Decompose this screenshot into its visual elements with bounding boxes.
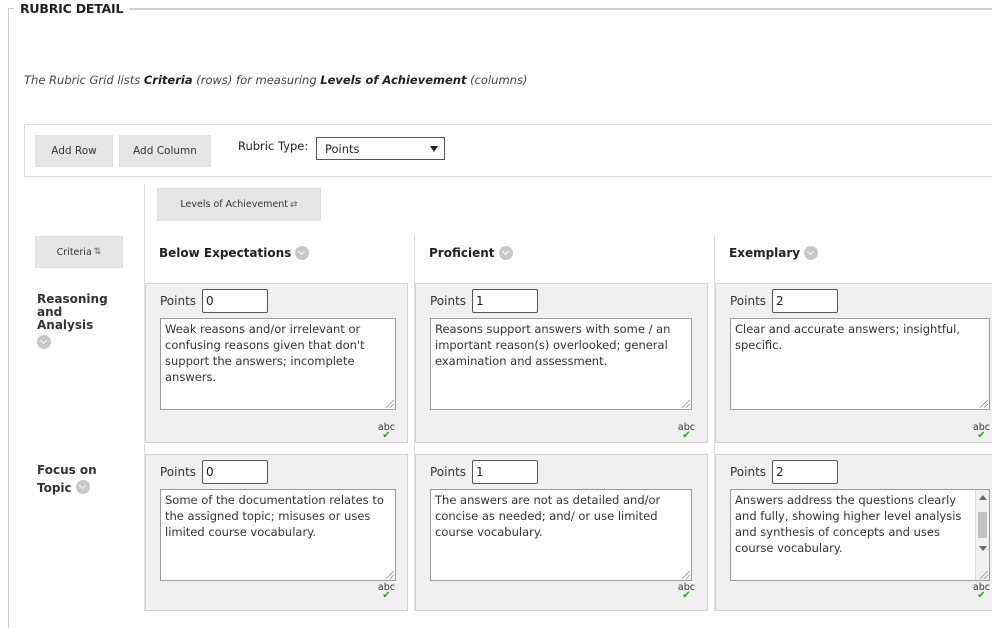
resize-handle-icon[interactable] [682,400,690,408]
spellcheck-icon[interactable]: abc ✔ [378,423,395,441]
rubric-cell: Points 0 Some of the documentation relat… [145,454,408,611]
resize-handle-icon[interactable] [386,400,394,408]
description-textarea[interactable]: Reasons support answers with some / an i… [430,318,692,410]
points-label: Points [160,294,197,308]
criteria-label: Criteria [56,246,92,258]
check-icon: ✔ [977,590,986,601]
reorder-columns-icon: ⇄ [290,199,298,210]
description-text: Clear and accurate answers; insightful, … [735,322,961,352]
description-text: Some of the documentation relates to the… [165,493,384,539]
points-input[interactable]: 1 [472,460,538,484]
rubric-toolbar: Add Row Add Column Rubric Type: Points [24,124,992,177]
chevron-down-icon[interactable] [804,246,819,260]
spellcheck-icon[interactable]: abc ✔ [973,583,990,601]
reorder-rows-icon: ⇅ [93,247,102,257]
description-text: Reasons support answers with some / an i… [435,322,671,368]
check-icon: ✔ [977,430,986,441]
rubric-cell: Points 1 Reasons support answers with so… [415,283,708,443]
rubric-cell: Points 1 The answers are not as detailed… [415,454,708,611]
points-label: Points [730,294,767,308]
dropdown-caret-icon [430,146,438,152]
add-column-button[interactable]: Add Column [119,135,211,167]
rubric-cell: Points 0 Weak reasons and/or irrelevant … [145,283,408,443]
criteria-row-label[interactable]: Focus on Topic [37,464,117,495]
levels-of-achievement-label: Levels of Achievement [180,199,289,210]
resize-handle-icon[interactable] [386,571,394,579]
criteria-name: Reasoning and Analysis [37,292,108,332]
spellcheck-icon[interactable]: abc ✔ [678,583,695,601]
rubric-type-value: Points [325,142,360,156]
spellcheck-icon[interactable]: abc ✔ [973,423,990,441]
column-header-label: Exemplary [729,246,801,260]
intro-criteria: Criteria [143,73,193,87]
points-label: Points [730,465,767,479]
points-label: Points [430,465,467,479]
criteria-button[interactable]: Criteria ⇅ [35,236,123,268]
spellcheck-icon[interactable]: abc ✔ [378,583,395,601]
points-input[interactable]: 2 [772,289,838,313]
description-textarea[interactable]: Weak reasons and/or irrelevant or confus… [160,318,396,410]
column-header-label: Proficient [429,246,495,260]
points-input[interactable]: 1 [472,289,538,313]
description-textarea[interactable]: Answers address the questions clearly an… [730,489,990,581]
textarea-scrollbar[interactable] [975,490,989,580]
chevron-down-icon[interactable] [498,246,513,260]
scroll-down-arrow-icon[interactable] [979,546,987,551]
rubric-type-select[interactable]: Points [316,137,445,160]
check-icon: ✔ [682,590,691,601]
points-input[interactable]: 2 [772,460,838,484]
chevron-down-icon[interactable] [75,480,90,494]
points-label: Points [160,465,197,479]
description-textarea[interactable]: Clear and accurate answers; insightful, … [730,318,990,410]
rubric-cell: Points 2 Answers address the questions c… [715,454,992,611]
column-header-label: Below Expectations [159,246,292,260]
check-icon: ✔ [382,430,391,441]
intro-rows: (rows) for measuring [192,73,321,87]
chevron-down-icon[interactable] [37,335,51,349]
column-header-proficient[interactable]: Proficient [429,246,513,260]
intro-levels: Levels of Achievement [320,73,467,87]
levels-of-achievement-button[interactable]: Levels of Achievement ⇄ [157,188,321,221]
spellcheck-icon[interactable]: abc ✔ [678,423,695,441]
check-icon: ✔ [382,590,391,601]
criteria-row-label[interactable]: Reasoning and Analysis [37,293,117,352]
section-title: RUBRIC DETAIL [14,1,130,16]
description-textarea[interactable]: The answers are not as detailed and/or c… [430,489,692,581]
add-row-button[interactable]: Add Row [35,135,113,167]
scroll-up-arrow-icon[interactable] [979,495,987,500]
rubric-cell: Points 2 Clear and accurate answers; ins… [715,283,992,443]
column-header-below-expectations[interactable]: Below Expectations [159,246,310,260]
resize-handle-icon[interactable] [682,571,690,579]
intro-prefix: The Rubric Grid lists [24,73,144,87]
description-text: The answers are not as detailed and/or c… [435,493,661,539]
description-text: Answers address the questions clearly an… [735,493,962,555]
points-label: Points [430,294,467,308]
resize-handle-icon[interactable] [980,571,988,579]
description-textarea[interactable]: Some of the documentation relates to the… [160,489,396,581]
scrollbar-thumb[interactable] [978,512,987,538]
rubric-type-label: Rubric Type: [238,139,309,153]
intro-cols: (columns) [466,73,528,87]
column-header-exemplary[interactable]: Exemplary [729,246,819,260]
fieldset-divider [130,9,992,10]
chevron-down-icon[interactable] [295,246,310,260]
criteria-name: Focus on Topic [37,464,117,495]
description-text: Weak reasons and/or irrelevant or confus… [165,322,365,384]
resize-handle-icon[interactable] [980,400,988,408]
points-input[interactable]: 0 [202,460,268,484]
points-input[interactable]: 0 [202,289,268,313]
check-icon: ✔ [682,430,691,441]
intro-text: The Rubric Grid lists Criteria (rows) fo… [24,73,527,87]
